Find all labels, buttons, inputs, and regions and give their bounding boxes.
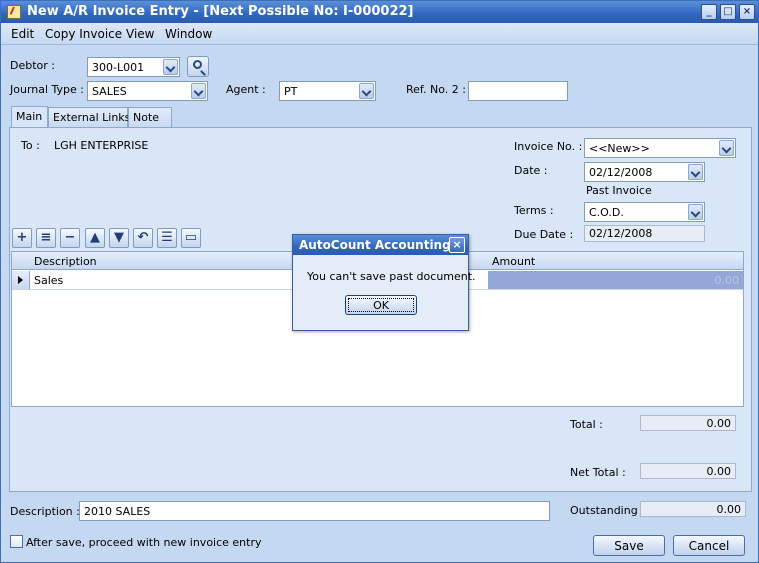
debtor-value: 300-L001 xyxy=(92,61,145,74)
terms-value: C.O.D. xyxy=(589,206,624,219)
chevron-down-icon[interactable] xyxy=(688,164,703,180)
save-button[interactable]: Save xyxy=(593,535,665,556)
outstanding-label: Outstanding : xyxy=(570,504,645,517)
column-description[interactable]: Description xyxy=(34,255,97,268)
ok-button[interactable]: OK xyxy=(345,295,417,315)
tab-main[interactable]: Main xyxy=(11,106,48,127)
menu-edit[interactable]: Edit xyxy=(11,27,34,41)
chevron-down-icon[interactable] xyxy=(163,59,178,75)
date-label: Date : xyxy=(514,164,548,177)
invoice-no-value: <<New>> xyxy=(589,142,650,155)
agent-label: Agent : xyxy=(226,83,266,96)
description-input[interactable]: 2010 SALES xyxy=(79,501,550,521)
row-indicator-icon[interactable] xyxy=(12,271,30,290)
journal-type-label: Journal Type : xyxy=(10,83,85,96)
chevron-down-icon[interactable] xyxy=(359,83,374,99)
journal-type-combo[interactable]: SALES xyxy=(87,81,208,101)
proceed-checkbox-label[interactable]: After save, proceed with new invoice ent… xyxy=(26,536,262,549)
insert-row-icon[interactable]: ≡ xyxy=(36,228,56,248)
dialog-message: You can't save past document. xyxy=(307,270,476,283)
close-icon[interactable]: × xyxy=(449,237,465,253)
message-dialog: AutoCount Accounting × You can't save pa… xyxy=(292,234,476,331)
date-value: 02/12/2008 xyxy=(589,166,653,179)
minimize-icon[interactable]: _ xyxy=(701,4,717,20)
journal-type-value: SALES xyxy=(92,85,127,98)
ref-no2-input[interactable] xyxy=(468,81,568,101)
chevron-down-icon[interactable] xyxy=(688,204,703,220)
move-down-icon[interactable]: ▼ xyxy=(109,228,129,248)
terms-label: Terms : xyxy=(514,204,554,217)
agent-value: PT xyxy=(284,85,298,98)
proceed-checkbox[interactable] xyxy=(10,535,23,548)
delete-row-icon[interactable]: − xyxy=(60,228,80,248)
cell-amount[interactable]: 0.00 xyxy=(488,271,743,290)
total-value: 0.00 xyxy=(640,415,736,431)
net-total-value: 0.00 xyxy=(640,463,736,479)
outstanding-value: 0.00 xyxy=(640,501,746,517)
past-invoice-note: Past Invoice xyxy=(586,184,652,197)
description-label: Description : xyxy=(10,505,80,518)
ref-no2-label: Ref. No. 2 : xyxy=(406,83,466,96)
chevron-down-icon[interactable] xyxy=(191,83,206,99)
tab-external-links[interactable]: External Links xyxy=(48,107,130,127)
maximize-icon[interactable]: □ xyxy=(720,4,736,20)
search-icon xyxy=(193,60,202,69)
chevron-down-icon[interactable] xyxy=(719,140,734,156)
menu-bar: Edit Copy Invoice View Window xyxy=(1,23,758,45)
title-bar[interactable]: New A/R Invoice Entry - [Next Possible N… xyxy=(1,1,758,23)
undo-icon[interactable]: ↶ xyxy=(133,228,153,248)
column-amount[interactable]: Amount xyxy=(492,255,535,268)
debtor-combo[interactable]: 300-L001 xyxy=(87,57,180,77)
terms-combo[interactable]: C.O.D. xyxy=(584,202,705,222)
total-label: Total : xyxy=(570,418,603,431)
due-date-value: 02/12/2008 xyxy=(584,225,705,242)
menu-view[interactable]: View xyxy=(126,27,154,41)
agent-combo[interactable]: PT xyxy=(279,81,376,101)
net-total-label: Net Total : xyxy=(570,466,626,479)
window-title: New A/R Invoice Entry - [Next Possible N… xyxy=(27,4,414,19)
close-icon[interactable]: × xyxy=(739,4,755,20)
to-value: LGH ENTERPRISE xyxy=(54,139,149,152)
to-label: To : xyxy=(21,139,40,152)
cancel-button[interactable]: Cancel xyxy=(673,535,745,556)
invoice-no-label: Invoice No. : xyxy=(514,140,583,153)
list-icon[interactable]: ☰ xyxy=(157,228,177,248)
due-date-label: Due Date : xyxy=(514,228,574,241)
move-up-icon[interactable]: ▲ xyxy=(85,228,105,248)
invoice-entry-window: New A/R Invoice Entry - [Next Possible N… xyxy=(0,0,759,563)
debtor-label: Debtor : xyxy=(10,59,55,72)
menu-window[interactable]: Window xyxy=(165,27,212,41)
menu-copy-invoice[interactable]: Copy Invoice xyxy=(45,27,122,41)
add-row-icon[interactable]: + xyxy=(12,228,32,248)
debtor-lookup-button[interactable] xyxy=(187,56,209,77)
date-picker[interactable]: 02/12/2008 xyxy=(584,162,705,182)
app-icon xyxy=(7,5,21,19)
dialog-title[interactable]: AutoCount Accounting xyxy=(293,235,468,255)
tab-note[interactable]: Note xyxy=(128,107,172,127)
invoice-no-combo[interactable]: <<New>> xyxy=(584,138,736,158)
detail-icon[interactable]: ▭ xyxy=(181,228,201,248)
